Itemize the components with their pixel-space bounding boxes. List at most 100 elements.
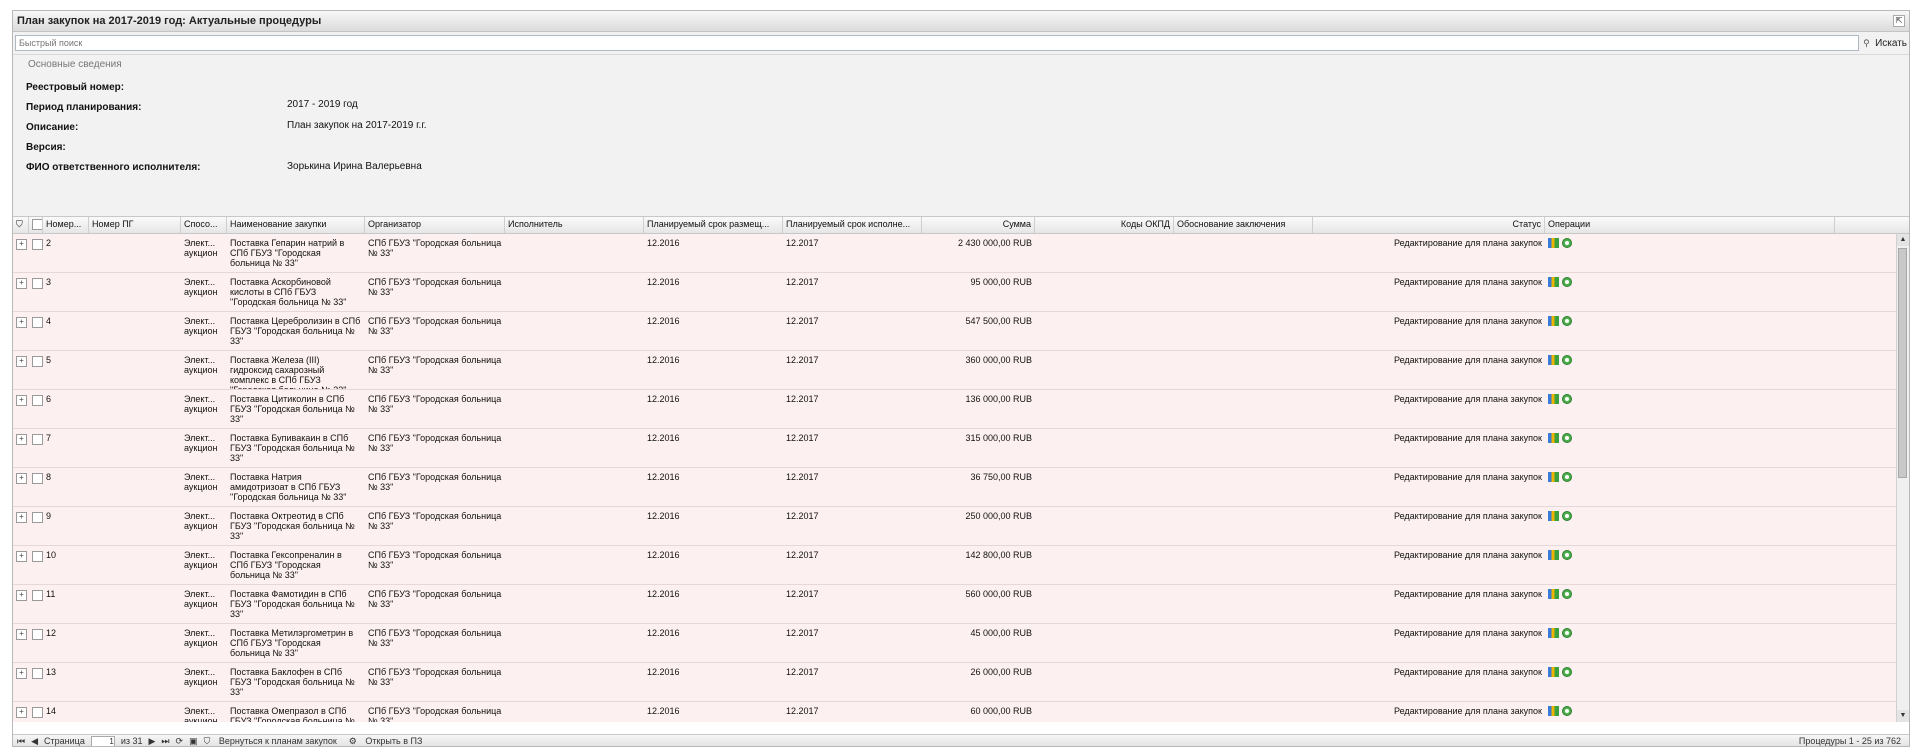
expand-icon[interactable]: + <box>13 390 29 428</box>
expand-icon[interactable]: + <box>13 624 29 662</box>
table-row[interactable]: +4 Элект... аукцион Поставка Церебролизин … <box>13 312 1909 351</box>
settings-gear-icon[interactable] <box>1562 667 1572 677</box>
expand-icon[interactable]: + <box>13 351 29 389</box>
row-checkbox[interactable] <box>29 546 43 584</box>
table-row[interactable]: +3 Элект... аукцион Поставка Аскорбиновой … <box>13 273 1909 312</box>
expand-icon[interactable]: + <box>13 468 29 506</box>
expand-plus-icon[interactable]: + <box>16 668 27 679</box>
checkbox[interactable] <box>32 278 43 289</box>
checkbox[interactable] <box>32 512 43 523</box>
chart-icon[interactable] <box>1548 238 1559 248</box>
checkbox[interactable] <box>32 473 43 484</box>
col-reason[interactable]: Обоснование заключения <box>1174 217 1313 233</box>
table-row[interactable]: +2 Элект... аукцион Поставка Гепарин натри… <box>13 234 1909 273</box>
table-row[interactable]: +6 Элект... аукцион Поставка Цитиколин в С… <box>13 390 1909 429</box>
row-checkbox[interactable] <box>29 429 43 467</box>
settings-gear-icon[interactable] <box>1562 277 1572 287</box>
settings-gear-icon[interactable] <box>1562 238 1572 248</box>
expand-icon[interactable]: + <box>13 585 29 623</box>
chart-icon[interactable] <box>1548 589 1559 599</box>
chart-icon[interactable] <box>1548 316 1559 326</box>
row-checkbox[interactable] <box>29 585 43 623</box>
maximize-icon[interactable]: ⇱ <box>1893 15 1905 27</box>
row-checkbox[interactable] <box>29 507 43 545</box>
checkbox[interactable] <box>32 551 43 562</box>
expand-plus-icon[interactable]: + <box>16 395 27 406</box>
settings-gear-icon[interactable] <box>1562 355 1572 365</box>
table-row[interactable]: +11 Элект... аукцион Поставка Фамотидин в … <box>13 585 1909 624</box>
col-operations[interactable]: Операции <box>1545 217 1835 233</box>
col-name[interactable]: Наименование закупки <box>227 217 365 233</box>
expand-plus-icon[interactable]: + <box>16 356 27 367</box>
expand-plus-icon[interactable]: + <box>16 551 27 562</box>
expand-plus-icon[interactable]: + <box>16 278 27 289</box>
col-executor[interactable]: Исполнитель <box>505 217 644 233</box>
settings-gear-icon[interactable] <box>1562 589 1572 599</box>
table-row[interactable]: +10 Элект... аукцион Поставка Гексопренали… <box>13 546 1909 585</box>
chart-icon[interactable] <box>1548 472 1559 482</box>
col-organizer[interactable]: Организатор <box>365 217 505 233</box>
col-number[interactable]: Номер... <box>43 217 89 233</box>
expand-icon[interactable]: + <box>13 702 29 722</box>
checkbox[interactable] <box>32 317 43 328</box>
col-plan-execution[interactable]: Планируемый срок исполне... <box>783 217 922 233</box>
row-checkbox[interactable] <box>29 273 43 311</box>
col-okpd[interactable]: Коды ОКПД <box>1035 217 1174 233</box>
expand-plus-icon[interactable]: + <box>16 512 27 523</box>
expand-plus-icon[interactable]: + <box>16 317 27 328</box>
row-checkbox[interactable] <box>29 468 43 506</box>
settings-gear-icon[interactable] <box>1562 316 1572 326</box>
expand-plus-icon[interactable]: + <box>16 239 27 250</box>
row-checkbox[interactable] <box>29 624 43 662</box>
col-method[interactable]: Спосо... <box>181 217 227 233</box>
settings-gear-icon[interactable] <box>1562 433 1572 443</box>
chart-icon[interactable] <box>1548 550 1559 560</box>
table-row[interactable]: +14 Элект... аукцион Поставка Омепразол в … <box>13 702 1909 722</box>
settings-gear-icon[interactable] <box>1562 628 1572 638</box>
chart-icon[interactable] <box>1548 628 1559 638</box>
col-pg-number[interactable]: Номер ПГ <box>89 217 181 233</box>
expand-plus-icon[interactable]: + <box>16 707 27 718</box>
settings-gear-icon[interactable] <box>1562 511 1572 521</box>
row-checkbox[interactable] <box>29 702 43 722</box>
clear-filter-icon[interactable]: ⛉ <box>13 217 29 233</box>
expand-plus-icon[interactable]: + <box>16 590 27 601</box>
checkbox[interactable] <box>32 629 43 640</box>
chart-icon[interactable] <box>1548 667 1559 677</box>
expand-icon[interactable]: + <box>13 507 29 545</box>
scroll-down-icon[interactable]: ▼ <box>1897 710 1909 722</box>
row-checkbox[interactable] <box>29 351 43 389</box>
scroll-thumb[interactable] <box>1898 248 1907 478</box>
expand-icon[interactable]: + <box>13 273 29 311</box>
expand-icon[interactable]: + <box>13 312 29 350</box>
checkbox[interactable] <box>32 395 43 406</box>
chart-icon[interactable] <box>1548 433 1559 443</box>
chart-icon[interactable] <box>1548 511 1559 521</box>
col-status[interactable]: Статус <box>1313 217 1545 233</box>
vertical-scrollbar[interactable]: ▲ ▼ <box>1896 234 1909 722</box>
row-checkbox[interactable] <box>29 312 43 350</box>
expand-icon[interactable]: + <box>13 546 29 584</box>
settings-gear-icon[interactable] <box>1562 706 1572 716</box>
row-checkbox[interactable] <box>29 234 43 272</box>
row-checkbox[interactable] <box>29 390 43 428</box>
table-row[interactable]: +13 Элект... аукцион Поставка Баклофен в С… <box>13 663 1909 702</box>
col-plan-placement[interactable]: Планируемый срок размещ... <box>644 217 783 233</box>
scroll-up-icon[interactable]: ▲ <box>1897 234 1909 246</box>
settings-gear-icon[interactable] <box>1562 550 1572 560</box>
settings-gear-icon[interactable] <box>1562 394 1572 404</box>
expand-icon[interactable]: + <box>13 234 29 272</box>
chart-icon[interactable] <box>1548 394 1559 404</box>
expand-icon[interactable]: + <box>13 429 29 467</box>
table-row[interactable]: +12 Элект... аукцион Поставка Метилэргомет… <box>13 624 1909 663</box>
search-button[interactable]: ⚲ Искать <box>1863 38 1907 49</box>
checkbox[interactable] <box>32 707 43 718</box>
select-all-checkbox[interactable] <box>29 217 43 233</box>
table-row[interactable]: +5 Элект... аукцион Поставка Железа (III) … <box>13 351 1909 390</box>
checkbox[interactable] <box>32 434 43 445</box>
chart-icon[interactable] <box>1548 706 1559 716</box>
row-checkbox[interactable] <box>29 663 43 701</box>
col-sum[interactable]: Сумма <box>922 217 1035 233</box>
checkbox[interactable] <box>32 356 43 367</box>
table-row[interactable]: +7 Элект... аукцион Поставка Бупивакаин в … <box>13 429 1909 468</box>
